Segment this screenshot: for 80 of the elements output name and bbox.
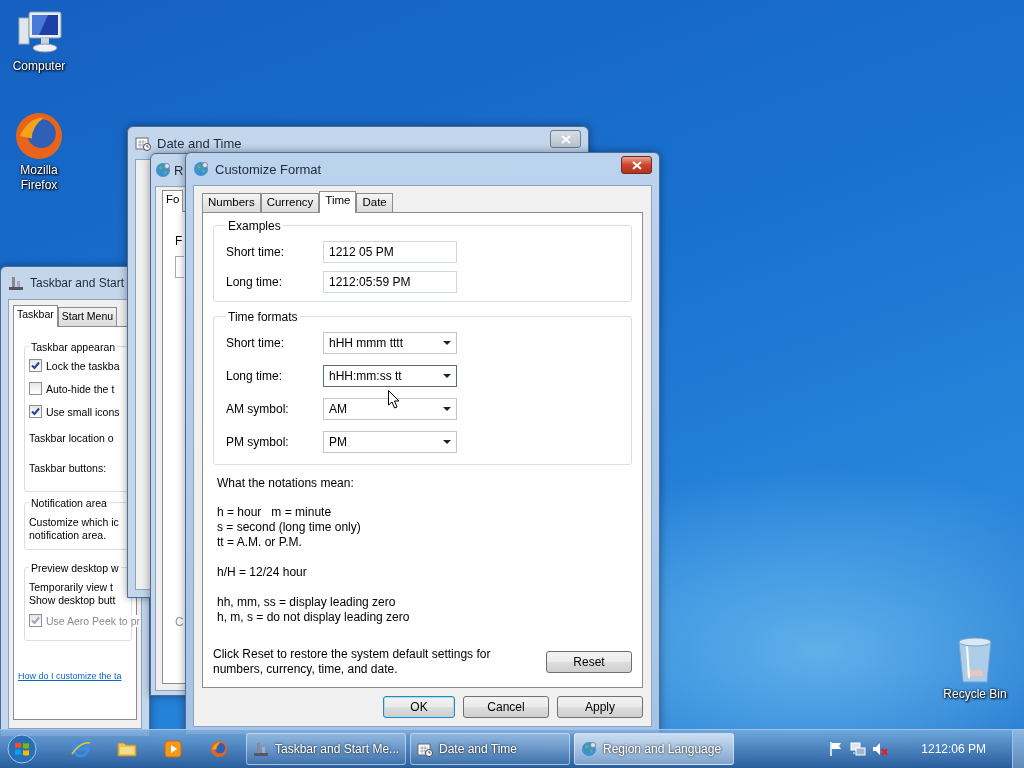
network-icon [850,741,867,757]
combo-box[interactable]: hHH:mm:ss tt [323,365,457,387]
combo-box[interactable]: AM [323,398,457,420]
recycle-bin-icon [955,636,995,684]
notes-text: hh, mm, ss = display leading zero h, m, s = do not display leading zero [217,595,411,625]
computer-icon [15,8,63,56]
notes-text: h = hour m = minute s = second (long time only) tt = A.M. or P.M. [217,505,362,550]
field-label: PM symbol: [226,435,290,449]
field-label: Long time: [226,275,284,289]
setting-label: Taskbar location o [29,431,115,446]
dropdown-arrow-icon [443,407,451,411]
group-heading: Notification area [29,496,109,510]
checkbox-label: Auto-hide the t [46,382,115,395]
folder-icon [117,740,137,758]
dropdown-arrow-icon [443,341,451,345]
dropdown-arrow-icon [443,374,451,378]
checkbox[interactable] [29,405,42,418]
taskbar-settings-icon [253,741,269,757]
close-icon [631,160,642,170]
dialog-button[interactable]: OK [383,696,455,718]
setting-label: Taskbar buttons: [29,461,108,476]
firefox-icon [15,112,63,160]
group-heading: Taskbar appearan [29,340,118,354]
tab[interactable]: Start Menu [57,307,118,326]
group-heading: Examples [226,219,283,233]
group-heading: Time formats [226,310,300,324]
description-text: Temporarily view t Show desktop butt [29,581,117,606]
close-button[interactable] [550,130,581,148]
checkbox[interactable] [29,382,42,395]
description-text: Customize which ic notification area. [29,516,120,541]
window-title: Taskbar and Start [30,276,126,290]
tab[interactable]: Time [319,191,357,213]
notes-heading: What the notations mean: [217,476,355,490]
media-player-icon [164,740,182,758]
calendar-clock-icon [417,741,433,757]
read-only-field: 1212:05:59 PM [323,271,457,293]
window-title: Customize Format [215,161,323,177]
dialog-button[interactable]: Apply [557,696,643,718]
tab[interactable]: Currency [260,193,320,212]
checkbox-label: Lock the taskba [46,359,120,372]
tab[interactable]: Numbers [202,193,261,212]
desktop-icon-label[interactable]: Mozilla Firefox [3,163,75,193]
notes-text: h/H = 12/24 hour [217,565,308,580]
group-heading: Preview desktop w [29,561,121,575]
dialog-button[interactable]: Cancel [463,696,549,718]
field-label: AM symbol: [226,402,290,416]
globe-icon [155,162,171,178]
reset-button[interactable]: Reset [546,651,632,673]
globe-icon [193,161,209,177]
tab[interactable]: Fo [162,190,184,212]
dropdown-arrow-icon [443,440,451,444]
checkbox-label: Use small icons [46,405,120,418]
tab[interactable]: Date [356,193,393,212]
reset-description: Click Reset to restore the system default settings for numbers, currency, time, and date. [213,647,491,677]
field-label: Short time: [226,245,286,259]
dropdown[interactable] [175,256,184,278]
help-link[interactable]: How do I customize the ta [18,671,122,681]
browser-icon [71,739,91,759]
checkbox-label: Use Aero Peek to pr [46,614,140,627]
calendar-clock-icon [135,135,151,151]
globe-icon [581,741,597,757]
checkbox[interactable] [29,359,42,372]
close-button[interactable] [621,156,652,174]
field-label: Short time: [226,336,286,350]
combo-box[interactable]: PM [323,431,457,453]
field-label: Long time: [226,369,284,383]
tab[interactable]: Taskbar [13,305,58,327]
window-title: R [174,162,185,178]
firefox-icon [210,740,228,758]
volume-muted-icon [872,741,889,757]
clock-text[interactable]: 1212:06 PM [921,742,986,756]
window-title: Date and Time [157,135,243,151]
desktop-icon-label[interactable]: Computer [3,59,75,74]
close-icon [560,134,571,144]
combo-box[interactable]: hHH mmm tttt [323,332,457,354]
setting-label: F [175,234,184,248]
flag-icon [829,741,844,757]
taskbar-settings-icon [8,275,24,291]
read-only-field: 1212 05 PM [323,241,457,263]
mouse-cursor-icon [388,390,400,409]
